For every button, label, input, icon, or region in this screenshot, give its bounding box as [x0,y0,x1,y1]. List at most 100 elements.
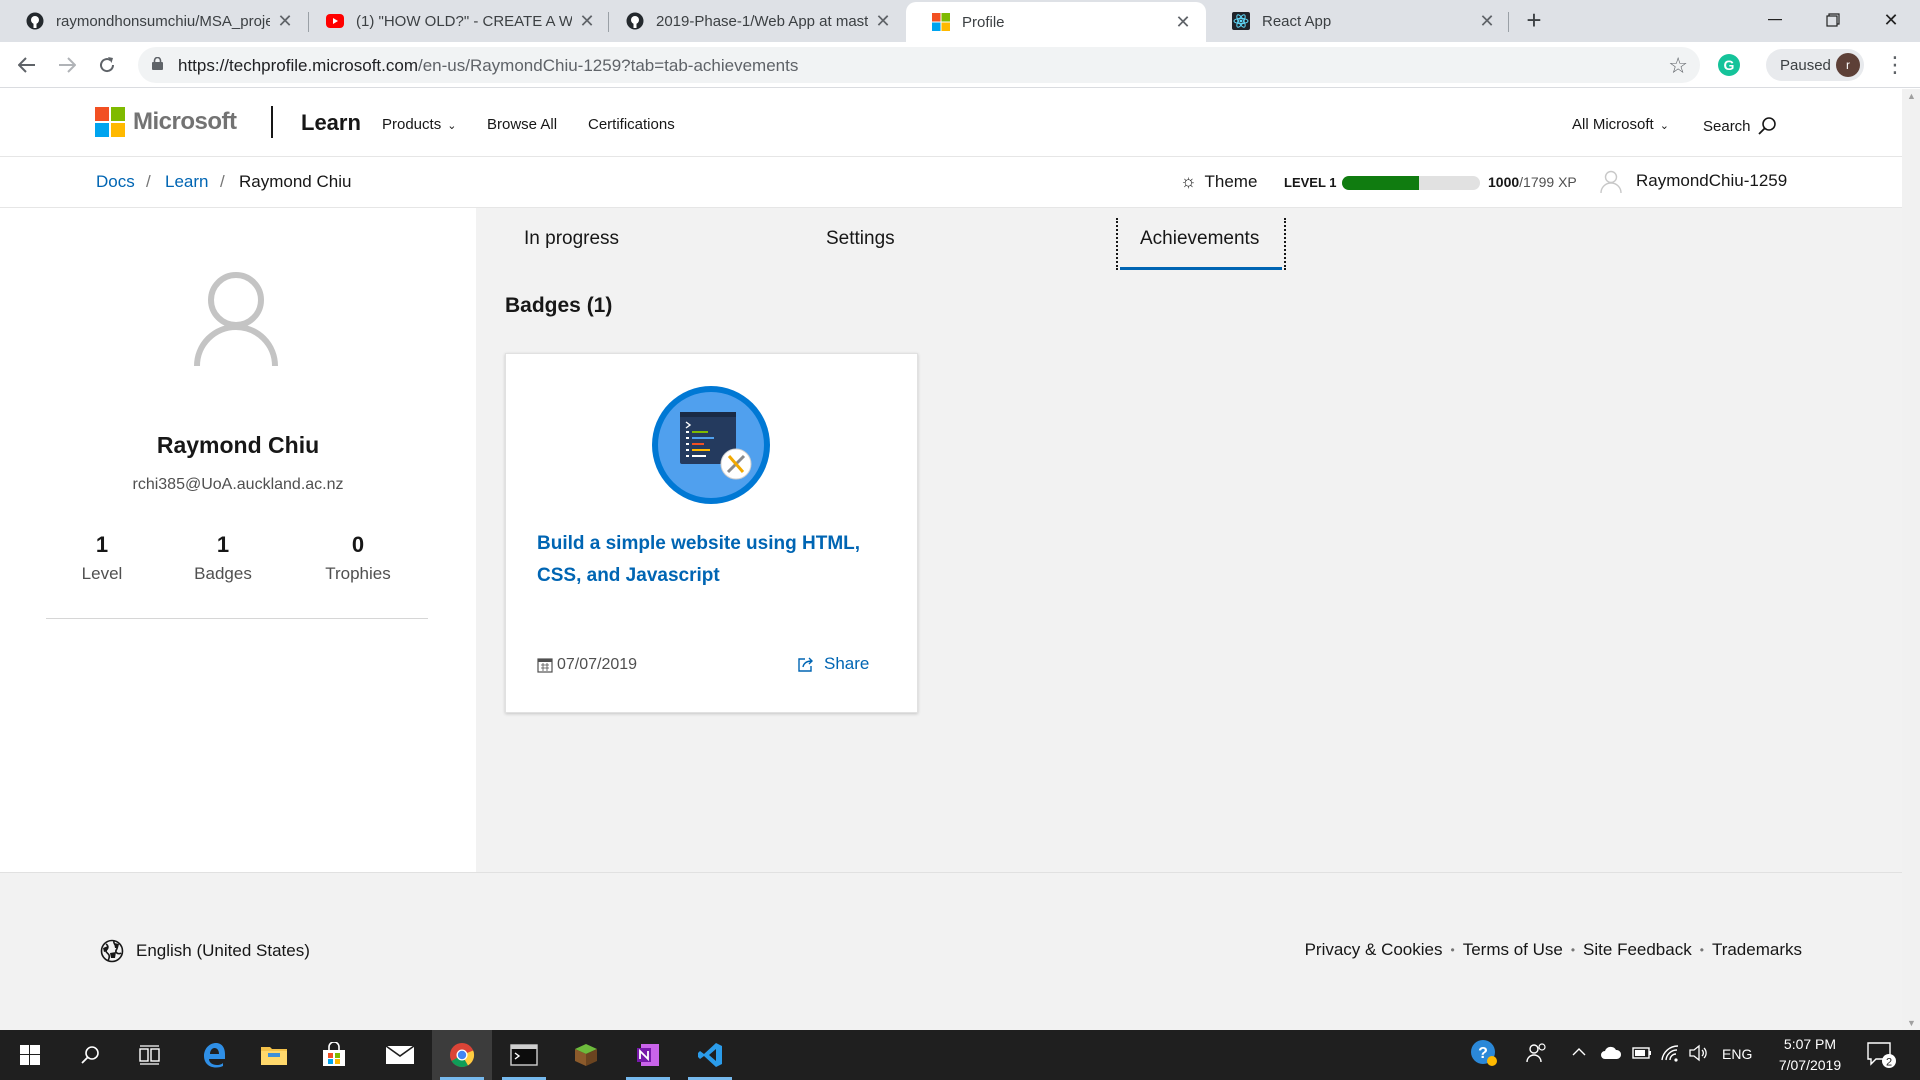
avatar: r [1836,53,1860,77]
taskbar-minecraft[interactable] [556,1030,616,1080]
address-bar[interactable]: https://techprofile.microsoft.com/en-us/… [138,47,1700,83]
browser-tab-github-phase1[interactable]: 2019-Phase-1/Web App at maste ✕ [600,0,906,42]
tab-settings[interactable]: Settings [826,228,895,250]
stat-value: 0 [351,532,365,557]
badge-card[interactable]: Build a simple website using HTML, CSS, … [505,353,918,713]
user-icon [1600,170,1622,194]
theme-button[interactable]: ☼ Theme [1180,171,1257,192]
taskbar-mail[interactable] [370,1030,430,1080]
breadcrumb-docs[interactable]: Docs [96,172,135,192]
footer-links: Privacy & Cookies • Terms of Use • Site … [1305,940,1802,960]
scroll-up-icon[interactable]: ▲ [1907,91,1916,101]
footer-link-trademarks[interactable]: Trademarks [1712,940,1802,960]
microsoft-icon [932,13,950,31]
badge-date-text: 07/07/2019 [557,656,638,673]
stat-label: Badges [194,564,252,583]
volume-icon[interactable] [1688,1044,1708,1066]
chevron-down-icon: ⌄ [1659,120,1669,132]
close-icon[interactable]: ✕ [874,11,892,32]
browser-tab-youtube[interactable]: (1) "HOW OLD?" - CREATE A WEB ✕ [300,0,610,42]
nav-browse-all[interactable]: Browse All [487,116,557,133]
breadcrumb-separator: / [146,172,151,191]
minimize-button[interactable] [1748,0,1802,40]
close-icon[interactable]: ✕ [276,11,294,32]
learn-home-link[interactable]: Learn [301,110,361,136]
taskbar-chrome[interactable] [432,1030,492,1080]
profile-paused-button[interactable]: Paused r [1766,49,1864,81]
tab-in-progress[interactable]: In progress [524,228,619,250]
divider [46,618,428,619]
all-microsoft-menu[interactable]: All Microsoft ⌄ [1572,116,1669,133]
share-icon [798,657,813,672]
taskbar-onenote[interactable] [618,1030,678,1080]
taskbar-file-explorer[interactable] [244,1030,304,1080]
chrome-icon [450,1043,475,1068]
tab-achievements[interactable]: Achievements [1116,218,1286,270]
search-button[interactable]: Search [1703,116,1777,136]
search-icon [81,1046,99,1064]
locale-selector[interactable]: English (United States) [100,939,310,963]
windows-taskbar: ? ENG 5:07 PM 7/07/2019 2 [0,1030,1920,1080]
scroll-down-icon[interactable]: ▼ [1907,1018,1916,1028]
chevron-up-icon[interactable] [1572,1044,1586,1061]
wifi-icon[interactable] [1660,1044,1680,1066]
taskbar-clock[interactable]: 5:07 PM 7/07/2019 [1760,1034,1860,1076]
github-icon [626,12,644,30]
nav-certifications[interactable]: Certifications [588,116,675,133]
start-button[interactable] [0,1030,60,1080]
browser-tab-profile[interactable]: Profile ✕ [906,2,1206,42]
onedrive-icon[interactable] [1600,1046,1622,1064]
action-center-button[interactable]: 2 [1866,1041,1896,1073]
profile-name: Raymond Chiu [156,432,320,458]
terminal-badge-icon [652,386,770,504]
taskbar-edge[interactable] [184,1030,244,1080]
help-icon: ? [1471,1040,1497,1066]
arrow-right-icon [59,57,76,73]
new-tab-button[interactable]: + [1520,7,1548,35]
taskbar-terminal[interactable] [494,1030,554,1080]
footer-link-feedback[interactable]: Site Feedback [1583,940,1692,960]
taskbar-vscode[interactable] [680,1030,740,1080]
stat-label: Trophies [325,564,391,583]
footer-link-terms[interactable]: Terms of Use [1463,940,1563,960]
mail-icon [385,1045,415,1064]
close-icon[interactable]: ✕ [1174,12,1192,33]
battery-icon[interactable] [1632,1046,1652,1064]
close-icon[interactable]: ✕ [578,11,596,32]
vertical-scrollbar[interactable]: ▲ ▼ [1902,89,1920,1030]
nav-products[interactable]: Products ⌄ [382,116,456,133]
task-view-button[interactable] [120,1030,180,1080]
profile-status-label: Paused [1780,56,1831,74]
taskbar-search-button[interactable] [60,1030,120,1080]
more-menu-icon[interactable]: ⋮ [1884,52,1906,78]
lock-icon [152,57,163,70]
back-button[interactable] [12,50,42,80]
browser-tab-title: raymondhonsumchiu/MSA_proje [56,12,270,30]
footer-link-privacy[interactable]: Privacy & Cookies [1305,940,1443,960]
grammarly-extension-icon[interactable]: G [1718,54,1740,76]
close-icon[interactable]: ✕ [1478,11,1496,32]
forward-button[interactable] [52,50,82,80]
close-window-button[interactable]: ✕ [1864,0,1918,40]
taskbar-store[interactable] [304,1030,364,1080]
browser-tab-react-app[interactable]: React App ✕ [1206,0,1510,42]
username-link[interactable]: RaymondChiu-1259 [1636,171,1787,191]
nav-products-label: Products [382,116,442,133]
badge-title[interactable]: Build a simple website using HTML, CSS, … [537,528,887,592]
people-icon[interactable] [1526,1042,1548,1068]
breadcrumb-learn[interactable]: Learn [165,172,208,192]
brand-name: Microsoft [133,108,237,135]
microsoft-logo[interactable]: Microsoft [95,107,237,137]
restore-button[interactable] [1806,0,1860,40]
bookmark-star-icon[interactable]: ☆ [1668,53,1688,79]
profile-sidebar: Raymond Chiu rchi385@UoA.auckland.ac.nz … [0,208,476,872]
help-tray-icon[interactable]: ? [1470,1039,1498,1071]
reload-button[interactable] [92,50,122,80]
share-button[interactable]: Share [798,654,869,674]
url-text: https://techprofile.microsoft.com/en-us/… [178,56,798,76]
breadcrumb-bar: Docs / Learn / Raymond Chiu ☼ Theme LEVE… [0,157,1902,208]
search-icon [1757,117,1776,135]
browser-tab-github-msa[interactable]: raymondhonsumchiu/MSA_proje ✕ [0,0,308,42]
url-host: https://techprofile.microsoft.com [178,56,418,75]
input-language[interactable]: ENG [1722,1046,1752,1062]
